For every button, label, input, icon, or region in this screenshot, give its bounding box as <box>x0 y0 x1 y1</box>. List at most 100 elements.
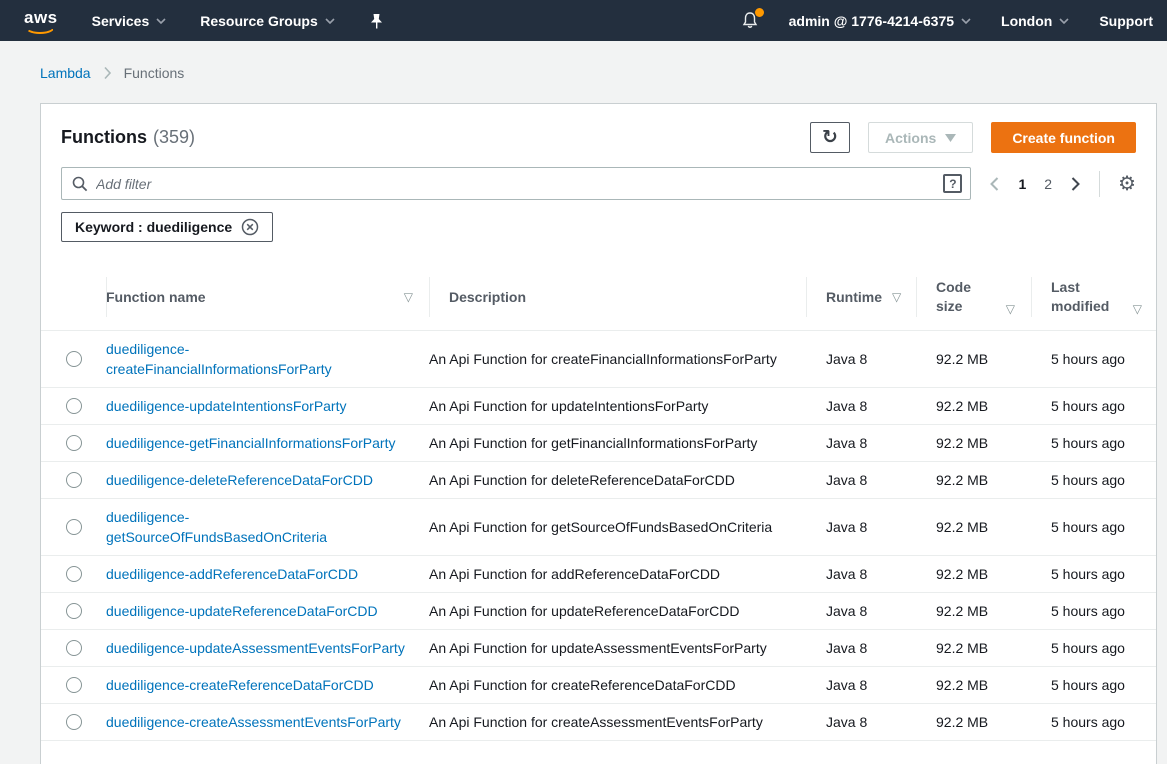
support-label: Support <box>1099 13 1153 29</box>
nav-resource-groups-menu[interactable]: Resource Groups <box>200 13 334 29</box>
aws-logo-text: aws <box>24 8 58 27</box>
sort-icon: ▽ <box>1125 302 1142 316</box>
aws-smile-icon <box>25 27 55 34</box>
function-name-link[interactable]: duediligence-updateReferenceDataForCDD <box>106 601 409 621</box>
header-description[interactable]: Description <box>429 264 806 330</box>
functions-count: (359) <box>153 127 195 148</box>
function-runtime: Java 8 <box>806 331 916 387</box>
function-last-modified: 5 hours ago <box>1031 630 1158 666</box>
function-last-modified: 5 hours ago <box>1031 462 1158 498</box>
sort-icon: ▽ <box>998 302 1015 316</box>
table-row: duediligence-addReferenceDataForCDD An A… <box>41 556 1156 593</box>
row-radio-button[interactable] <box>66 519 82 535</box>
chevron-right-icon <box>1070 176 1081 192</box>
function-code-size: 92.2 MB <box>916 499 1031 555</box>
nav-region-menu[interactable]: London <box>1001 13 1069 29</box>
settings-gear-icon[interactable]: ⚙ <box>1118 174 1136 194</box>
row-radio-button[interactable] <box>66 677 82 693</box>
header-last-modified[interactable]: Last modified ▽ <box>1031 264 1158 330</box>
header-select-column <box>41 264 106 330</box>
page-title: Functions <box>61 127 147 148</box>
function-code-size: 92.2 MB <box>916 556 1031 592</box>
page-number-2[interactable]: 2 <box>1044 176 1052 192</box>
function-name-link[interactable]: duediligence-getSourceOfFundsBasedOnCrit… <box>106 507 409 547</box>
function-name-link[interactable]: duediligence-createReferenceDataForCDD <box>106 675 409 695</box>
header-runtime[interactable]: Runtime ▽ <box>806 264 916 330</box>
header-function-name-label: Function name <box>106 289 206 305</box>
keyword-filter-label: Keyword : duediligence <box>75 219 232 235</box>
refresh-icon: ↻ <box>822 126 838 149</box>
previous-page-button[interactable] <box>989 176 1000 192</box>
function-last-modified: 5 hours ago <box>1031 388 1158 424</box>
nav-support-menu[interactable]: Support <box>1099 13 1153 29</box>
function-code-size: 92.2 MB <box>916 425 1031 461</box>
function-description: An Api Function for updateReferenceDataF… <box>429 593 806 629</box>
pin-icon[interactable] <box>369 13 384 29</box>
pagination: 1 2 ⚙ <box>989 171 1136 197</box>
header-function-name[interactable]: Function name ▽ <box>106 264 429 330</box>
table-row: duediligence-createFinancialInformations… <box>41 331 1156 388</box>
row-radio-button[interactable] <box>66 435 82 451</box>
create-function-button[interactable]: Create function <box>991 122 1136 153</box>
page-number-1[interactable]: 1 <box>1018 176 1026 192</box>
row-radio-button[interactable] <box>66 351 82 367</box>
function-code-size: 92.2 MB <box>916 630 1031 666</box>
filter-row: ? 1 2 ⚙ <box>61 167 1136 200</box>
function-code-size: 92.2 MB <box>916 667 1031 703</box>
row-radio-button[interactable] <box>66 566 82 582</box>
nav-account-menu[interactable]: admin @ 1776-4214-6375 <box>789 13 971 29</box>
function-runtime: Java 8 <box>806 462 916 498</box>
function-description: An Api Function for getSourceOfFundsBase… <box>429 499 806 555</box>
function-last-modified: 5 hours ago <box>1031 331 1158 387</box>
function-code-size: 92.2 MB <box>916 593 1031 629</box>
chevron-left-icon <box>989 176 1000 192</box>
function-name-link[interactable]: duediligence-createAssessmentEventsForPa… <box>106 712 409 732</box>
notifications-bell[interactable] <box>741 11 759 30</box>
function-last-modified: 5 hours ago <box>1031 499 1158 555</box>
actions-button-label: Actions <box>885 130 936 146</box>
function-description: An Api Function for updateIntentionsForP… <box>429 388 806 424</box>
function-name-link[interactable]: duediligence-addReferenceDataForCDD <box>106 564 409 584</box>
divider <box>1099 171 1100 197</box>
nav-services-menu[interactable]: Services <box>92 13 167 29</box>
actions-button[interactable]: Actions <box>868 122 973 153</box>
header-code-size-label: Code size <box>936 278 984 316</box>
row-radio-button[interactable] <box>66 398 82 414</box>
function-name-link[interactable]: duediligence-updateAssessmentEventsForPa… <box>106 638 409 658</box>
filter-input[interactable] <box>96 176 943 192</box>
filter-search-box[interactable]: ? <box>61 167 971 200</box>
toolbar: Functions (359) ↻ Actions Create functio… <box>61 122 1136 153</box>
function-name-link[interactable]: duediligence-deleteReferenceDataForCDD <box>106 470 409 490</box>
next-page-button[interactable] <box>1070 176 1081 192</box>
row-radio-button[interactable] <box>66 472 82 488</box>
remove-filter-button[interactable] <box>241 218 259 236</box>
row-radio-button[interactable] <box>66 640 82 656</box>
top-nav: aws Services Resource Groups admin @ 177… <box>0 0 1167 41</box>
sort-icon: ▽ <box>884 290 901 304</box>
refresh-button[interactable]: ↻ <box>810 122 850 153</box>
function-last-modified: 5 hours ago <box>1031 667 1158 703</box>
chevron-right-icon <box>103 66 112 80</box>
circle-x-icon <box>241 218 259 236</box>
function-description: An Api Function for createReferenceDataF… <box>429 667 806 703</box>
function-name-link[interactable]: duediligence-updateIntentionsForParty <box>106 396 409 416</box>
function-description: An Api Function for createAssessmentEven… <box>429 704 806 740</box>
function-code-size: 92.2 MB <box>916 388 1031 424</box>
header-description-label: Description <box>449 289 526 305</box>
region-label: London <box>1001 13 1052 29</box>
header-code-size[interactable]: Code size ▽ <box>916 264 1031 330</box>
chevron-down-icon <box>156 18 166 24</box>
applied-filters: Keyword : duediligence <box>61 212 1136 242</box>
functions-table: Function name ▽ Description Runtime ▽ Co… <box>41 264 1156 741</box>
row-radio-button[interactable] <box>66 603 82 619</box>
aws-logo[interactable]: aws <box>24 8 58 34</box>
function-name-link[interactable]: duediligence-getFinancialInformationsFor… <box>106 433 409 453</box>
keyword-filter-tag: Keyword : duediligence <box>61 212 273 242</box>
breadcrumb-lambda[interactable]: Lambda <box>40 65 91 81</box>
row-radio-button[interactable] <box>66 714 82 730</box>
search-icon <box>72 176 88 192</box>
chevron-down-icon <box>961 18 971 24</box>
function-description: An Api Function for getFinancialInformat… <box>429 425 806 461</box>
function-name-link[interactable]: duediligence-createFinancialInformations… <box>106 339 409 379</box>
table-row: duediligence-createReferenceDataForCDD A… <box>41 667 1156 704</box>
